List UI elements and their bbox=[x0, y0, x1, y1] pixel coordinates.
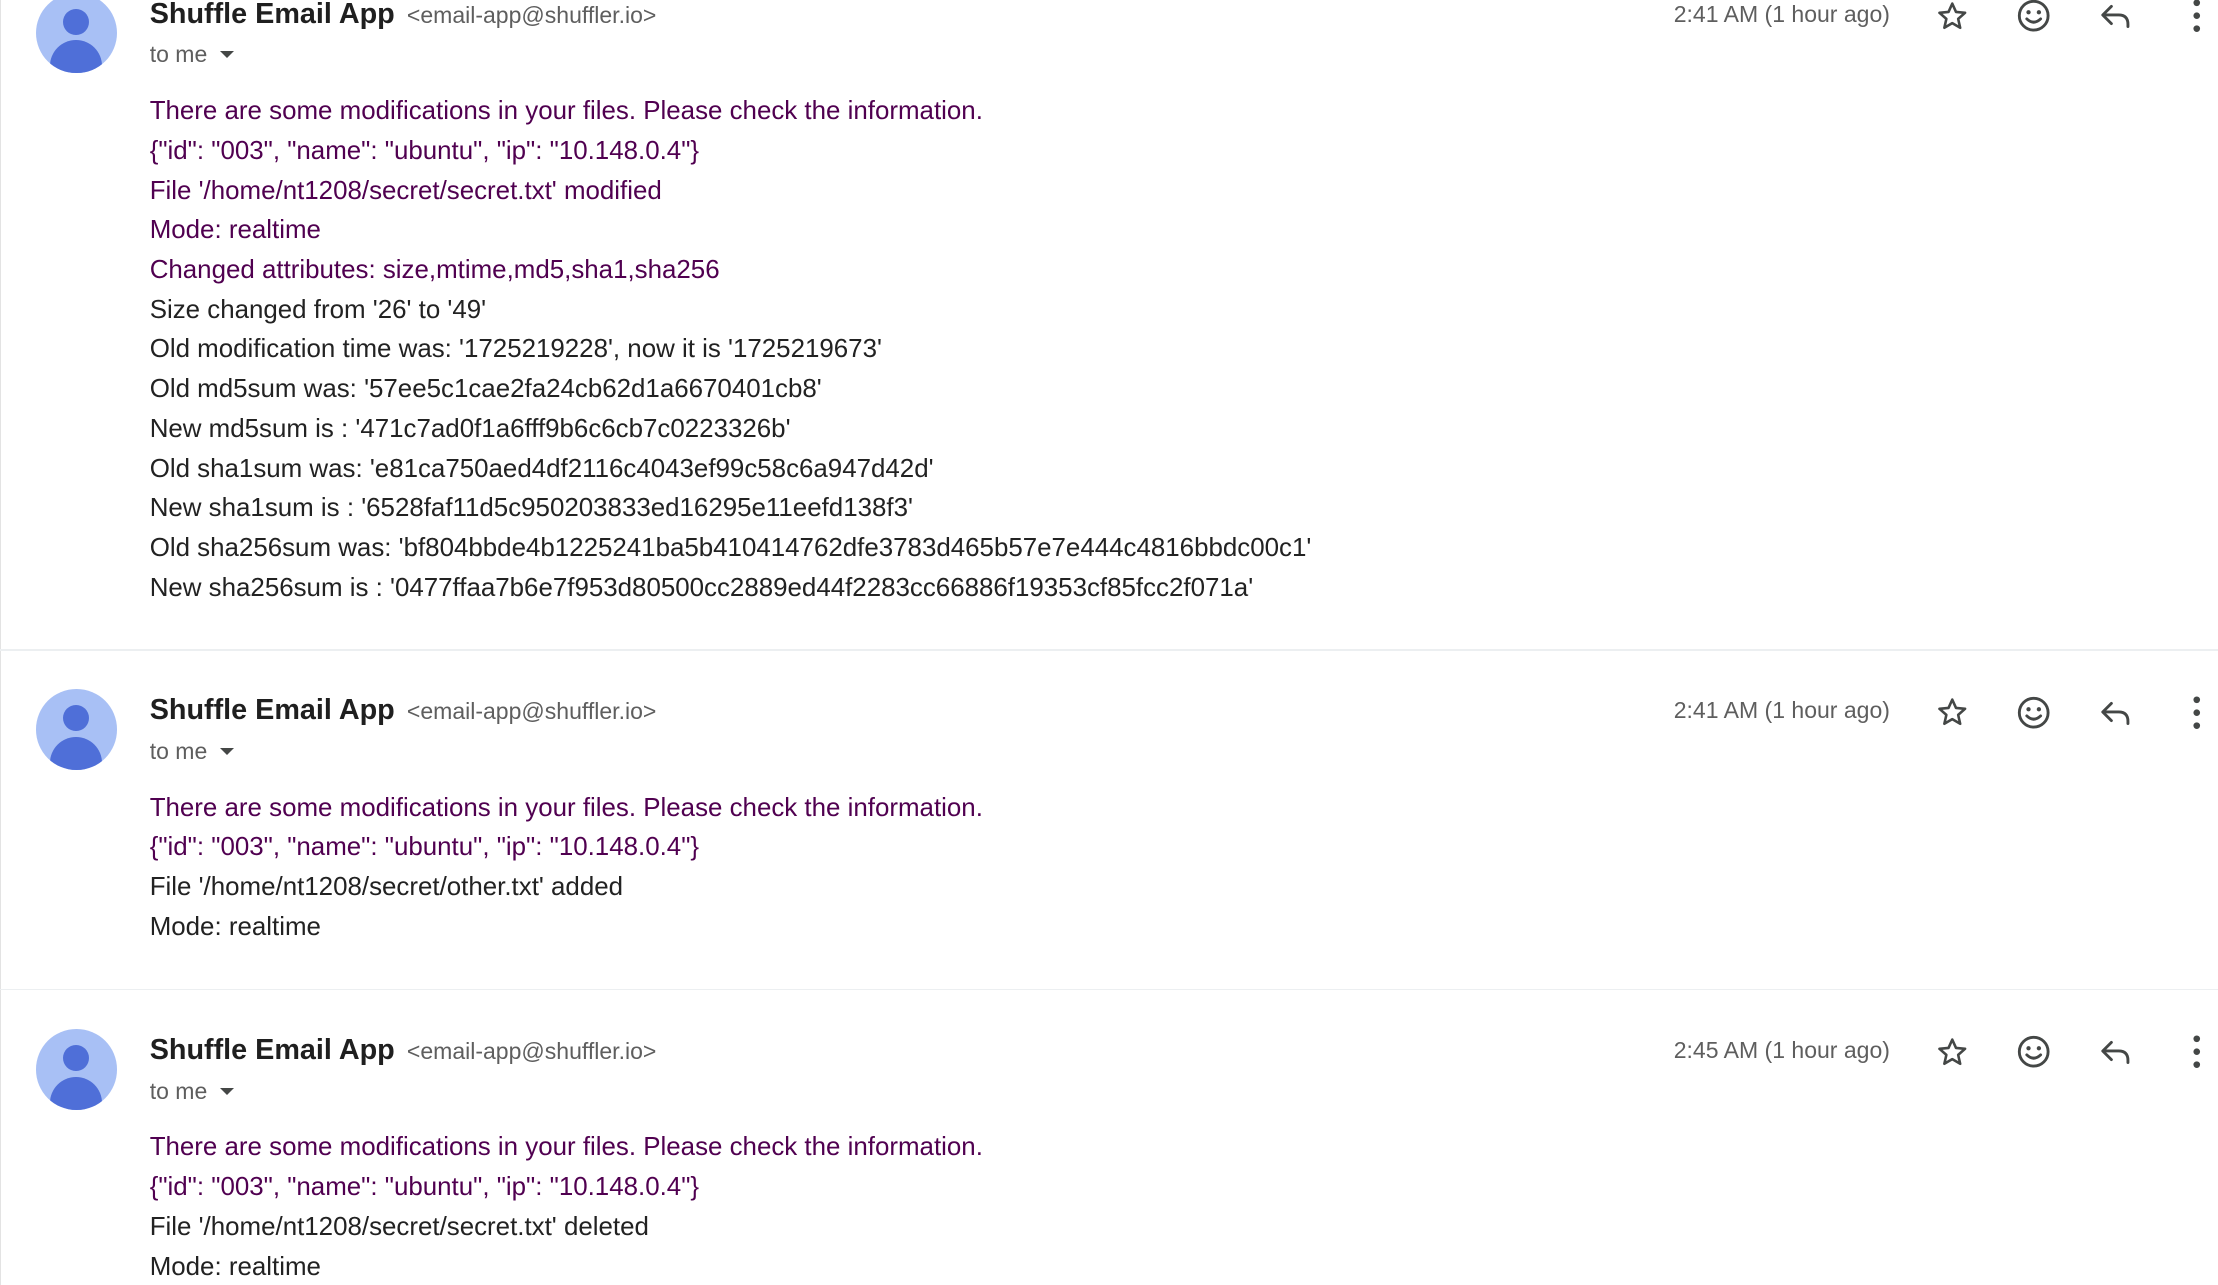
add-reaction-button[interactable] bbox=[2014, 1032, 2054, 1072]
message-body: There are some modifications in your fil… bbox=[150, 92, 1312, 608]
reply-icon bbox=[2101, 1041, 2130, 1065]
add-reaction-icon bbox=[2018, 1036, 2050, 1069]
message-body-line: New sha1sum is : '6528faf11d5c950203833e… bbox=[149, 494, 913, 523]
avatar-body-shape bbox=[50, 736, 103, 771]
more-vertical-icon bbox=[2193, 0, 2200, 33]
star-icon bbox=[1937, 1, 1966, 29]
sender-name[interactable]: Shuffle Email App bbox=[150, 1034, 395, 1066]
add-reaction-button[interactable] bbox=[2014, 0, 2054, 36]
message-body-line: There are some modifications in your fil… bbox=[149, 1133, 983, 1162]
add-reaction-button[interactable] bbox=[2014, 692, 2054, 732]
message-body-line: Mode: realtime bbox=[149, 216, 321, 245]
chevron-down-icon[interactable] bbox=[220, 1087, 235, 1095]
message-body-line: New md5sum is : '471c7ad0f1a6fff9b6c6cb7… bbox=[149, 414, 791, 443]
message-body-line: File '/home/nt1208/secret/secret.txt' mo… bbox=[149, 176, 662, 205]
reply-button[interactable] bbox=[2096, 0, 2136, 36]
message-body-line: Mode: realtime bbox=[149, 912, 321, 941]
star-icon bbox=[1937, 1038, 1966, 1065]
more-vertical-icon bbox=[2193, 696, 2200, 729]
message-body-line: Old md5sum was: '57ee5c1cae2fa24cb62d1a6… bbox=[149, 375, 822, 404]
recipient-label: to me bbox=[149, 737, 208, 764]
sender-name[interactable]: Shuffle Email App bbox=[150, 694, 395, 726]
message-body-line: Old sha256sum was: 'bf804bbde4b1225241ba… bbox=[149, 534, 1312, 563]
message-divider bbox=[0, 988, 2218, 991]
message-body-line: Size changed from '26' to '49' bbox=[149, 295, 487, 324]
sender-line: Shuffle Email App <email-app@shuffler.io… bbox=[150, 1034, 657, 1068]
star-icon bbox=[1937, 698, 1966, 726]
star-button[interactable] bbox=[1932, 1032, 1972, 1072]
sender-line: Shuffle Email App <email-app@shuffler.io… bbox=[150, 0, 657, 31]
message-body-line: New sha256sum is : '0477ffaa7b6e7f953d80… bbox=[149, 573, 1254, 602]
recipient-details-toggle[interactable]: to me bbox=[150, 40, 235, 69]
avatar-head-shape bbox=[63, 1044, 90, 1071]
message-body-line: File '/home/nt1208/secret/other.txt' add… bbox=[149, 873, 624, 902]
reply-button[interactable] bbox=[2096, 1032, 2136, 1072]
reply-icon bbox=[2101, 701, 2130, 725]
star-button[interactable] bbox=[1932, 692, 1972, 732]
message-body-line: {"id": "003", "name": "ubuntu", "ip": "1… bbox=[149, 833, 700, 862]
more-vertical-icon bbox=[2193, 1035, 2200, 1069]
sender-email: <email-app@shuffler.io> bbox=[406, 1, 657, 28]
message-body-line: File '/home/nt1208/secret/secret.txt' de… bbox=[149, 1212, 649, 1241]
message-body-line: {"id": "003", "name": "ubuntu", "ip": "1… bbox=[149, 136, 700, 165]
message-timestamp: 2:41 AM (1 hour ago) bbox=[1673, 0, 1890, 27]
sender-name[interactable]: Shuffle Email App bbox=[150, 0, 395, 30]
email-thread: Shuffle Email App <email-app@shuffler.io… bbox=[0, 0, 2218, 1285]
reply-button[interactable] bbox=[2096, 692, 2136, 732]
avatar-body-shape bbox=[50, 1076, 103, 1110]
message-body: There are some modifications in your fil… bbox=[150, 1128, 983, 1285]
message-timestamp: 2:41 AM (1 hour ago) bbox=[1673, 697, 1890, 724]
message-timestamp: 2:45 AM (1 hour ago) bbox=[1673, 1036, 1890, 1063]
message-body-line: Changed attributes: size,mtime,md5,sha1,… bbox=[149, 256, 720, 284]
message-body-line: {"id": "003", "name": "ubuntu", "ip": "1… bbox=[149, 1173, 700, 1202]
recipient-details-toggle[interactable]: to me bbox=[150, 1077, 235, 1106]
sender-email: <email-app@shuffler.io> bbox=[406, 1037, 657, 1064]
chevron-down-icon[interactable] bbox=[220, 51, 235, 59]
star-button[interactable] bbox=[1932, 0, 1972, 36]
more-options-button[interactable] bbox=[2176, 692, 2216, 732]
sender-avatar[interactable] bbox=[35, 1029, 117, 1110]
recipient-label: to me bbox=[149, 1077, 208, 1104]
chevron-down-icon[interactable] bbox=[220, 747, 235, 755]
sender-avatar[interactable] bbox=[35, 689, 117, 771]
message-body-line: There are some modifications in your fil… bbox=[149, 793, 983, 822]
recipient-details-toggle[interactable]: to me bbox=[150, 737, 235, 766]
sender-email: <email-app@shuffler.io> bbox=[406, 698, 657, 725]
message-body-line: Old modification time was: '1725219228',… bbox=[149, 335, 882, 364]
more-options-button[interactable] bbox=[2176, 0, 2216, 36]
reply-icon bbox=[2101, 5, 2130, 29]
avatar-head-shape bbox=[63, 8, 90, 35]
message-divider bbox=[0, 649, 2218, 651]
add-reaction-icon bbox=[2018, 0, 2050, 32]
message-body-line: There are some modifications in your fil… bbox=[149, 97, 983, 126]
avatar-head-shape bbox=[63, 705, 90, 732]
message-body-line: Old sha1sum was: 'e81ca750aed4df2116c404… bbox=[149, 454, 934, 483]
message-body: There are some modifications in your fil… bbox=[150, 789, 983, 948]
sender-line: Shuffle Email App <email-app@shuffler.io… bbox=[150, 694, 657, 728]
add-reaction-icon bbox=[2018, 696, 2050, 729]
more-options-button[interactable] bbox=[2176, 1032, 2216, 1072]
recipient-label: to me bbox=[149, 41, 208, 68]
message-body-line: Mode: realtime bbox=[149, 1252, 321, 1281]
avatar-body-shape bbox=[50, 40, 103, 74]
